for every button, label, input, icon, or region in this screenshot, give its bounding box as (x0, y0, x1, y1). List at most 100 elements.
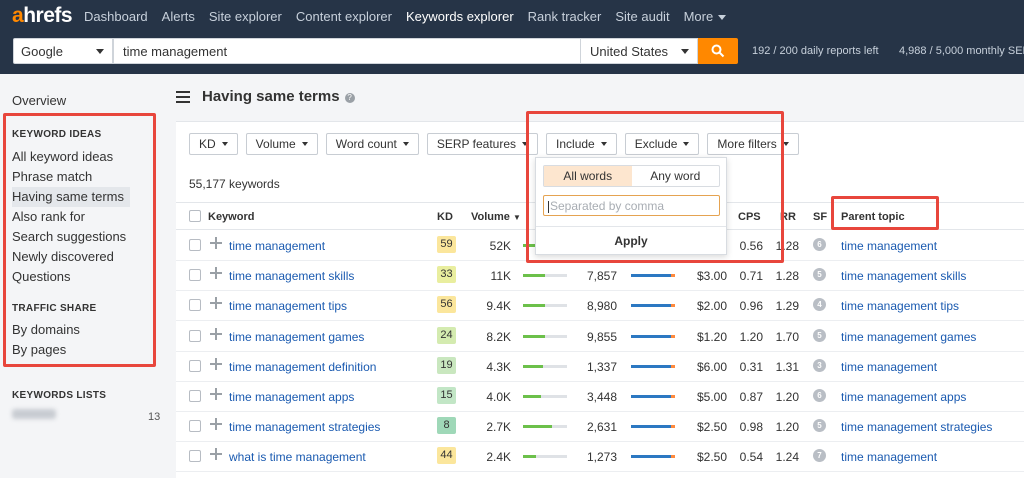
table-row: time management skills 33 11K 7,857 $3.00 0.7… (176, 261, 1024, 292)
col-rr[interactable]: RR (780, 211, 796, 223)
select-all-checkbox[interactable] (189, 210, 201, 222)
add-to-list-icon[interactable] (210, 267, 222, 280)
clicks-bar (631, 425, 675, 429)
rr-value: 1.70 (775, 329, 799, 344)
parent-topic-link[interactable]: time management (841, 239, 937, 253)
serp-features-badge[interactable]: 3 (813, 358, 826, 372)
add-to-list-icon[interactable] (210, 448, 222, 461)
kd-badge: 19 (437, 356, 456, 374)
keyword-link[interactable]: what is time management (229, 450, 366, 464)
sidebar-item-also-rank-for[interactable]: Also rank for (12, 209, 85, 224)
kd-badge: 59 (437, 236, 456, 253)
apply-button[interactable]: Apply (536, 234, 726, 248)
kd-badge: 44 (437, 447, 456, 465)
rr-value: 1.28 (775, 269, 799, 284)
nav-rank-tracker[interactable]: Rank tracker (528, 9, 602, 24)
volume-value: 8.2K (486, 329, 511, 344)
serp-features-badge[interactable]: 5 (813, 419, 826, 433)
row-checkbox[interactable] (189, 329, 201, 342)
col-volume[interactable]: Volume ▼ (471, 211, 521, 223)
col-keyword[interactable]: Keyword (208, 211, 254, 223)
parent-topic-link[interactable]: time management games (841, 330, 976, 344)
add-to-list-icon[interactable] (210, 327, 222, 340)
filter-exclude[interactable]: Exclude (624, 133, 700, 155)
sidebar-item-by-pages[interactable]: By pages (12, 342, 66, 357)
sidebar-item-phrase-match[interactable]: Phrase match (12, 169, 92, 184)
country-select[interactable]: United States (580, 38, 698, 64)
serp-features-badge[interactable]: 7 (813, 449, 826, 463)
include-terms-input[interactable]: Separated by comma (543, 195, 720, 216)
kd-badge: 33 (437, 266, 456, 284)
sidebar-item-all-keyword-ideas[interactable]: All keyword ideas (12, 149, 113, 164)
add-to-list-icon[interactable] (210, 297, 222, 310)
add-to-list-icon[interactable] (210, 388, 222, 400)
keyword-count: 55,177 keywords (189, 177, 280, 191)
keyword-search-input[interactable]: time management (113, 38, 581, 64)
help-icon[interactable]: ? (344, 92, 355, 103)
search-button[interactable] (698, 38, 738, 64)
serp-features-badge[interactable]: 4 (813, 298, 826, 312)
keyword-link[interactable]: time management (229, 239, 325, 253)
filter-serp-features[interactable]: SERP features (426, 133, 539, 155)
add-to-list-icon[interactable] (210, 237, 222, 249)
row-checkbox[interactable] (189, 299, 201, 312)
serp-features-badge[interactable]: 6 (813, 238, 826, 251)
row-checkbox[interactable] (189, 359, 201, 372)
clicks-bar (631, 455, 675, 459)
col-cps[interactable]: CPS (738, 211, 761, 223)
filter-kd[interactable]: KD (189, 133, 238, 155)
parent-topic-link[interactable]: time management (841, 450, 937, 464)
search-icon (711, 44, 725, 58)
add-to-list-icon[interactable] (210, 357, 222, 370)
all-words-option[interactable]: All words (544, 166, 632, 186)
sidebar-item-by-domains[interactable]: By domains (12, 322, 80, 337)
sidebar-item-newly-discovered[interactable]: Newly discovered (12, 249, 114, 264)
keyword-link[interactable]: time management apps (229, 390, 354, 404)
serp-features-badge[interactable]: 6 (813, 389, 826, 402)
search-engine-select[interactable]: Google (13, 38, 113, 64)
filter-volume[interactable]: Volume (245, 133, 318, 155)
add-to-list-icon[interactable] (210, 418, 222, 431)
nav-keywords-explorer[interactable]: Keywords explorer (406, 9, 514, 24)
sidebar-item-search-suggestions[interactable]: Search suggestions (12, 229, 126, 244)
parent-topic-link[interactable]: time management apps (841, 390, 966, 404)
nav-content-explorer[interactable]: Content explorer (296, 9, 392, 24)
keyword-link[interactable]: time management strategies (229, 420, 380, 434)
cps-value: 0.71 (739, 269, 763, 284)
parent-topic-link[interactable]: time management strategies (841, 420, 992, 434)
col-kd[interactable]: KD (437, 211, 453, 223)
keyword-link[interactable]: time management skills (229, 269, 354, 283)
keyword-link[interactable]: time management definition (229, 360, 376, 374)
parent-topic-link[interactable]: time management skills (841, 269, 966, 283)
row-checkbox[interactable] (189, 450, 201, 463)
volume-value: 2.7K (486, 420, 511, 435)
col-parent-topic[interactable]: Parent topic (841, 211, 905, 223)
sidebar-item-questions[interactable]: Questions (12, 269, 71, 284)
keyword-link[interactable]: time management games (229, 330, 364, 344)
row-checkbox[interactable] (189, 390, 201, 402)
sidebar-item-overview[interactable]: Overview (12, 93, 66, 108)
row-checkbox[interactable] (189, 239, 201, 251)
keyword-ideas-heading: KEYWORD IDEAS (12, 129, 102, 140)
nav-site-explorer[interactable]: Site explorer (209, 9, 282, 24)
serp-features-badge[interactable]: 5 (813, 328, 826, 342)
keyword-link[interactable]: time management tips (229, 299, 347, 313)
nav-site-audit[interactable]: Site audit (615, 9, 669, 24)
serp-features-badge[interactable]: 5 (813, 268, 826, 282)
nav-more[interactable]: More (684, 9, 727, 24)
hamburger-icon[interactable] (176, 90, 190, 103)
row-checkbox[interactable] (189, 420, 201, 433)
row-checkbox[interactable] (189, 269, 201, 282)
filter-word-count[interactable]: Word count (325, 133, 419, 155)
any-word-option[interactable]: Any word (632, 166, 720, 186)
nav-dashboard[interactable]: Dashboard (84, 9, 148, 24)
filter-more-filters[interactable]: More filters (707, 133, 799, 155)
filter-include[interactable]: Include (546, 133, 617, 155)
blurred-list-name[interactable] (12, 409, 56, 419)
nav-alerts[interactable]: Alerts (162, 9, 195, 24)
col-sf[interactable]: SF (813, 211, 827, 223)
ahrefs-logo[interactable]: a hrefs (12, 4, 73, 28)
parent-topic-link[interactable]: time management tips (841, 299, 959, 313)
sidebar-item-having-same-terms[interactable]: Having same terms (12, 187, 130, 207)
parent-topic-link[interactable]: time management (841, 360, 937, 374)
